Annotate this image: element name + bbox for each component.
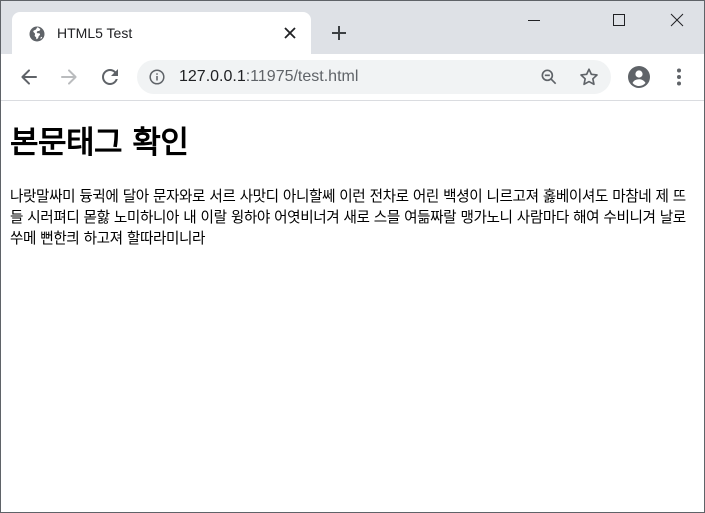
zoom-out-icon[interactable] (539, 67, 559, 87)
url-path: :11975/test.html (245, 68, 359, 85)
star-icon[interactable] (578, 66, 600, 88)
tab-strip: HTML5 Test (1, 1, 704, 54)
more-vert-icon[interactable] (667, 65, 691, 89)
page-heading: 본문태그 확인 (10, 125, 189, 161)
info-icon[interactable] (149, 69, 165, 85)
reload-icon[interactable] (98, 65, 122, 89)
toolbar: 127.0.0.1:11975/test.html (1, 54, 704, 101)
minimize-icon (528, 20, 540, 21)
minimize-button[interactable] (505, 1, 563, 41)
url-host: 127.0.0.1 (179, 68, 246, 85)
forward-arrow-icon[interactable] (57, 65, 81, 89)
maximize-button[interactable] (590, 1, 648, 41)
close-icon[interactable] (282, 25, 298, 41)
tab-title: HTML5 Test (57, 25, 133, 41)
address-bar[interactable]: 127.0.0.1:11975/test.html (137, 60, 611, 94)
browser-window: HTML5 Test 127.0.0.1:11975/test.html 본문태… (0, 0, 705, 513)
body-paragraph: 나랏말싸미 듕귁에 달아 문자와로 서르 사맛디 아니할쎄 이런 전차로 어린 … (10, 188, 686, 247)
page-content: 본문태그 확인 나랏말싸미 듕귁에 달아 문자와로 서르 사맛디 아니할쎄 이런… (1, 101, 704, 512)
globe-icon (29, 26, 45, 42)
url-text[interactable]: 127.0.0.1:11975/test.html (179, 67, 358, 87)
account-icon[interactable] (627, 65, 651, 89)
maximize-icon (613, 14, 625, 26)
window-close-icon (670, 13, 684, 27)
tab-active[interactable]: HTML5 Test (12, 12, 311, 54)
back-arrow-icon[interactable] (17, 65, 41, 89)
plus-icon[interactable] (327, 21, 351, 45)
window-close-button[interactable] (648, 1, 704, 41)
